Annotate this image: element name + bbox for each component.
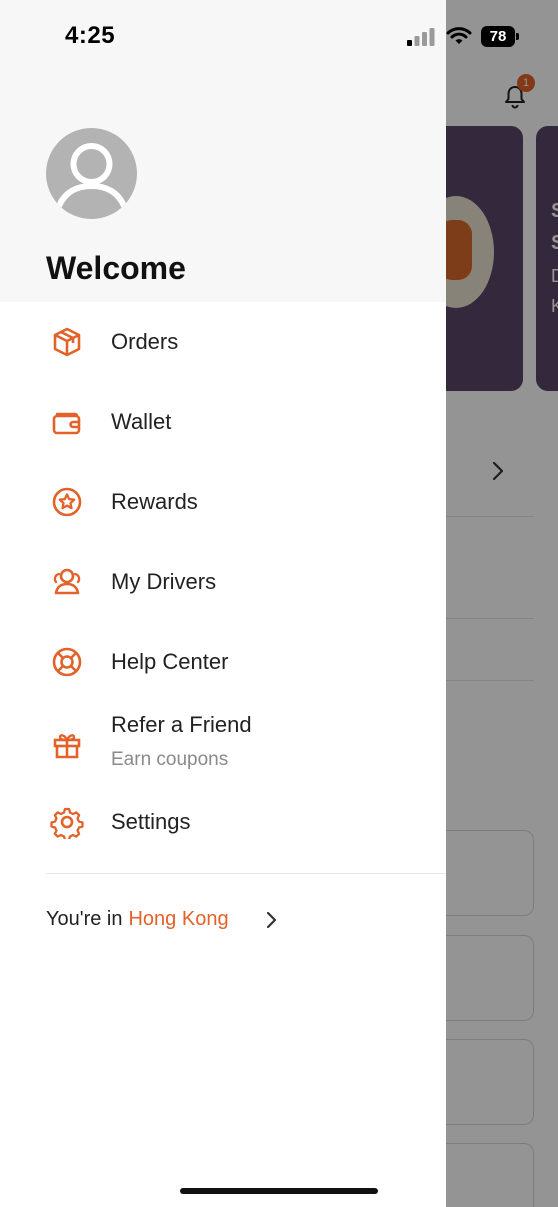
user-placeholder-icon [56, 143, 127, 209]
menu-item-help-center[interactable]: Help Center [0, 632, 446, 692]
menu-item-rewards[interactable]: Rewards [0, 472, 446, 532]
menu-item-my-drivers[interactable]: My Drivers [0, 552, 446, 612]
region-city: Hong Kong [128, 908, 229, 930]
package-box-icon [53, 327, 81, 357]
gift-icon [53, 734, 81, 759]
menu-label-my-drivers: My Drivers [111, 569, 217, 594]
menu-label-rewards: Rewards [111, 489, 198, 514]
menu-label-refer-a-friend: Refer a Friend [111, 712, 252, 737]
drivers-people-icon [53, 568, 81, 595]
chevron-right-icon [266, 911, 277, 929]
menu-label-orders: Orders [111, 329, 179, 354]
avatar[interactable] [46, 128, 137, 219]
status-bar-indicators: 78 [406, 26, 526, 48]
wifi-icon [446, 27, 472, 44]
battery-cap [516, 33, 519, 40]
star-badge-icon [52, 487, 82, 517]
region-selector[interactable]: You're in Hong Kong [46, 908, 277, 931]
menu-label-help-center: Help Center [111, 649, 229, 674]
menu-label-settings: Settings [111, 809, 191, 834]
home-indicator[interactable] [180, 1188, 378, 1194]
menu-sublabel-refer: Earn coupons [111, 749, 229, 770]
menu-item-wallet[interactable]: Wallet [0, 392, 446, 452]
menu-label-wallet: Wallet [111, 409, 172, 434]
cellular-signal-icon [407, 28, 435, 46]
side-drawer: 4:25 Welcome Orders Wallet Rewards My Dr… [0, 0, 446, 1207]
status-time: 4:25 [65, 22, 116, 49]
region-prefix: You're in [46, 908, 123, 930]
gear-icon [50, 807, 84, 839]
wallet-icon [52, 412, 81, 435]
menu-item-refer-a-friend[interactable]: Refer a Friend Earn coupons [0, 702, 446, 786]
menu-item-settings[interactable]: Settings [0, 792, 446, 852]
menu-item-orders[interactable]: Orders [0, 312, 446, 372]
divider [46, 873, 446, 874]
battery-icon: 78 [481, 26, 515, 47]
battery-level: 78 [489, 28, 507, 45]
lifebuoy-icon [52, 647, 82, 677]
welcome-heading: Welcome [46, 250, 186, 286]
